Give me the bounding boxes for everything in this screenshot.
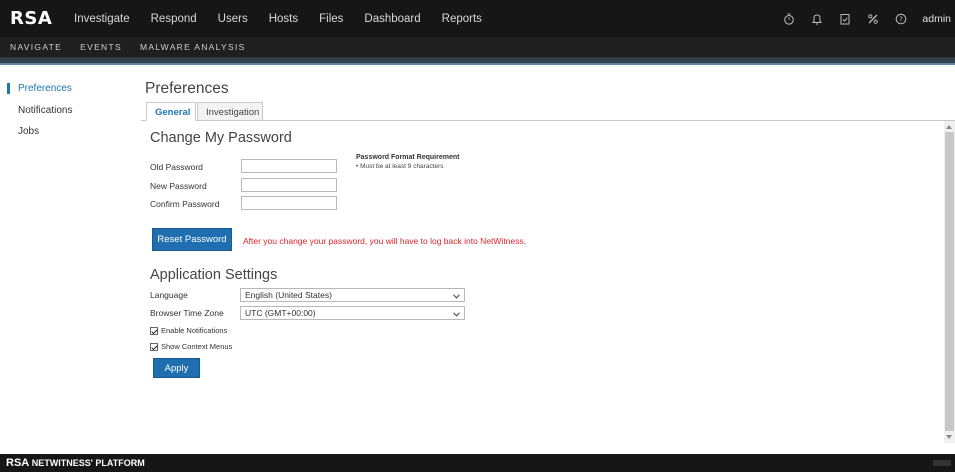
new-password-label: New Password xyxy=(150,181,207,191)
footer-status-indicator xyxy=(933,460,951,466)
rsa-logo[interactable]: RSA xyxy=(10,8,68,29)
nav-investigate[interactable]: Investigate xyxy=(74,13,130,25)
sidebar-item-jobs[interactable]: Jobs xyxy=(7,126,39,137)
show-context-menus-option[interactable]: Show Context Menus xyxy=(150,342,232,351)
footer-platform-label: NETWITNESS' PLATFORM xyxy=(31,458,145,468)
old-password-label: Old Password xyxy=(150,162,203,172)
timezone-label: Browser Time Zone xyxy=(150,308,224,318)
nav-files[interactable]: Files xyxy=(319,13,343,25)
sub-navigation-bar: NAVIGATE EVENTS MALWARE ANALYSIS xyxy=(0,37,955,57)
top-icon-group: ? admin xyxy=(782,0,955,37)
vertical-scrollbar[interactable] xyxy=(944,121,955,443)
subnav-navigate[interactable]: NAVIGATE xyxy=(10,42,62,52)
reset-password-button[interactable]: Reset Password xyxy=(152,228,232,251)
sidebar-item-preferences[interactable]: Preferences xyxy=(7,83,72,94)
subnav-events[interactable]: EVENTS xyxy=(80,42,122,52)
sidebar: Preferences Notifications Jobs xyxy=(0,65,140,454)
confirm-password-label: Confirm Password xyxy=(150,199,220,209)
general-tab-panel: Change My Password Old Password New Pass… xyxy=(141,121,944,443)
top-navigation-bar: RSA Investigate Respond Users Hosts File… xyxy=(0,0,955,37)
chevron-down-icon xyxy=(453,309,460,319)
nav-respond[interactable]: Respond xyxy=(151,13,197,25)
timezone-select[interactable]: UTC (GMT+00:00) xyxy=(240,306,465,320)
enable-notifications-checkbox[interactable] xyxy=(150,326,158,335)
change-password-heading: Change My Password xyxy=(150,130,292,146)
footer-logo: RSA NETWITNESS' PLATFORM xyxy=(6,457,145,469)
show-context-menus-label: Show Context Menus xyxy=(161,342,233,351)
user-menu[interactable]: admin xyxy=(922,13,951,25)
nav-reports[interactable]: Reports xyxy=(442,13,482,25)
subnav-malware-analysis[interactable]: MALWARE ANALYSIS xyxy=(140,42,246,52)
scroll-down-arrow-icon[interactable] xyxy=(946,435,952,439)
new-password-field[interactable] xyxy=(241,178,337,192)
scroll-up-arrow-icon[interactable] xyxy=(946,125,952,129)
password-requirement-title: Password Format Requirement xyxy=(356,154,460,161)
header-divider-band xyxy=(0,57,955,65)
show-context-menus-checkbox[interactable] xyxy=(150,342,158,351)
nav-hosts[interactable]: Hosts xyxy=(269,13,298,25)
nav-users[interactable]: Users xyxy=(218,13,248,25)
language-label: Language xyxy=(150,290,188,300)
footer-bar: RSA NETWITNESS' PLATFORM xyxy=(0,454,955,472)
svg-text:?: ? xyxy=(900,15,904,23)
password-change-warning: After you change your password, you will… xyxy=(243,236,527,246)
enable-notifications-label: Enable Notifications xyxy=(161,326,228,335)
tab-bar: General Investigation xyxy=(141,102,955,121)
chevron-down-icon xyxy=(453,291,460,301)
sidebar-item-notifications[interactable]: Notifications xyxy=(7,105,72,116)
language-select[interactable]: English (United States) xyxy=(240,288,465,302)
page-title: Preferences xyxy=(145,80,229,97)
application-settings-heading: Application Settings xyxy=(150,267,278,283)
password-requirement-item: • Must be at least 9 characters xyxy=(356,163,444,170)
apply-button[interactable]: Apply xyxy=(153,358,200,378)
tab-general[interactable]: General xyxy=(146,102,196,121)
language-selected-value: English (United States) xyxy=(245,290,332,300)
timezone-selected-value: UTC (GMT+00:00) xyxy=(245,308,316,318)
footer-logo-rsa: RSA xyxy=(6,457,30,469)
enable-notifications-option[interactable]: Enable Notifications xyxy=(150,326,227,335)
nav-dashboard[interactable]: Dashboard xyxy=(364,13,420,25)
timer-icon[interactable] xyxy=(782,12,796,26)
confirm-password-field[interactable] xyxy=(241,196,337,210)
tab-investigation[interactable]: Investigation xyxy=(197,102,263,121)
old-password-field[interactable] xyxy=(241,159,337,173)
bell-icon[interactable] xyxy=(810,12,824,26)
help-icon[interactable]: ? xyxy=(894,12,908,26)
scrollbar-thumb[interactable] xyxy=(945,132,954,431)
clipboard-check-icon[interactable] xyxy=(838,12,852,26)
tools-icon[interactable] xyxy=(866,12,880,26)
